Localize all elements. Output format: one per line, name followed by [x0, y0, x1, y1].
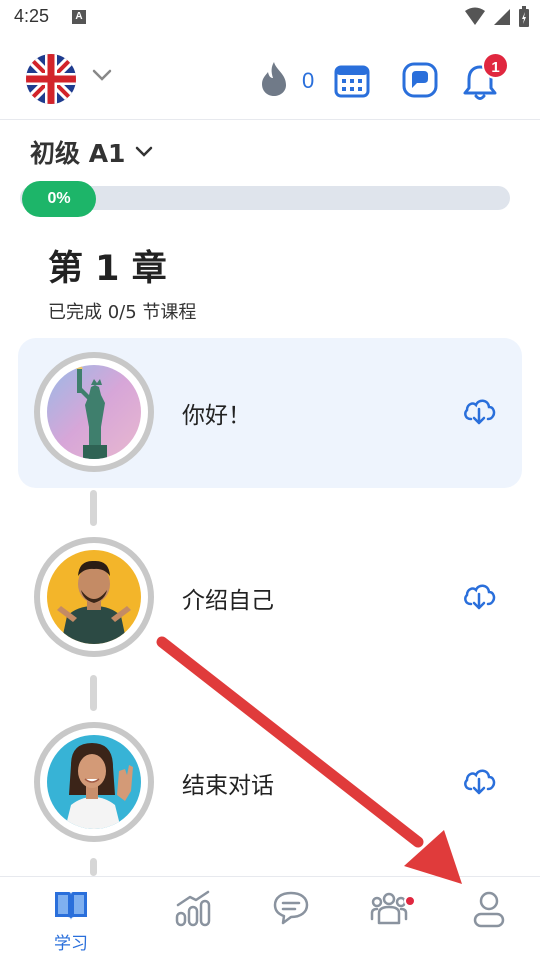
lesson-card[interactable]: 你好！ [18, 338, 522, 488]
status-bar: 4:25 A [0, 0, 540, 38]
top-bar: 0 1 [0, 38, 540, 120]
nav-stats[interactable] [158, 889, 228, 931]
cloud-download-icon[interactable] [462, 766, 496, 796]
nav-learn[interactable]: 学习 [36, 889, 106, 954]
streak-count: 0 [302, 68, 315, 93]
statue-of-liberty-image [47, 365, 141, 459]
chevron-down-icon [136, 146, 153, 157]
level-progress-fill: 0% [22, 181, 96, 217]
nav-profile[interactable] [454, 889, 524, 933]
level-selector[interactable]: 初级 A1 [30, 134, 153, 170]
lesson-avatar [34, 537, 154, 657]
level-label: 初级 A1 [30, 139, 126, 168]
woman-waving-image [47, 735, 141, 829]
path-connector [90, 858, 97, 876]
lesson-title: 结束对话 [182, 773, 274, 799]
signal-icon [494, 9, 510, 25]
profile-icon [473, 891, 505, 928]
calendar-icon[interactable] [334, 62, 370, 98]
flame-icon[interactable] [258, 60, 290, 98]
status-icons [464, 6, 530, 28]
lesson-title: 介绍自己 [182, 588, 274, 614]
lesson-avatar [34, 722, 154, 842]
app-indicator-icon: A [72, 10, 86, 24]
lesson-avatar [34, 352, 154, 472]
status-time: 4:25 [14, 6, 50, 26]
notification-badge: 1 [482, 52, 509, 79]
chat-icon[interactable] [402, 62, 438, 98]
nav-learn-label: 学习 [54, 934, 88, 954]
community-notification-dot [404, 895, 416, 907]
chapter-title: 第 1 章 [48, 249, 167, 289]
wifi-icon [465, 7, 485, 25]
community-icon [370, 892, 408, 925]
bottom-nav: 学习 [0, 876, 540, 960]
chat-bubbles-icon [273, 891, 309, 925]
language-flag-icon[interactable] [26, 54, 76, 104]
chapter-progress-text: 已完成 0/5 节课程 [48, 302, 197, 323]
lesson-card[interactable]: 介绍自己 [18, 523, 522, 673]
chevron-down-icon[interactable] [92, 68, 112, 82]
cloud-download-icon[interactable] [462, 396, 496, 426]
man-pointing-image [47, 550, 141, 644]
battery-icon [519, 6, 529, 27]
lesson-title: 你好！ [182, 403, 251, 429]
stats-icon [175, 890, 211, 927]
cloud-download-icon[interactable] [462, 581, 496, 611]
nav-chat[interactable] [256, 889, 326, 931]
path-connector [90, 675, 97, 711]
book-icon [55, 892, 87, 920]
path-connector [90, 490, 97, 526]
lesson-card[interactable]: 结束对话 [18, 708, 522, 858]
